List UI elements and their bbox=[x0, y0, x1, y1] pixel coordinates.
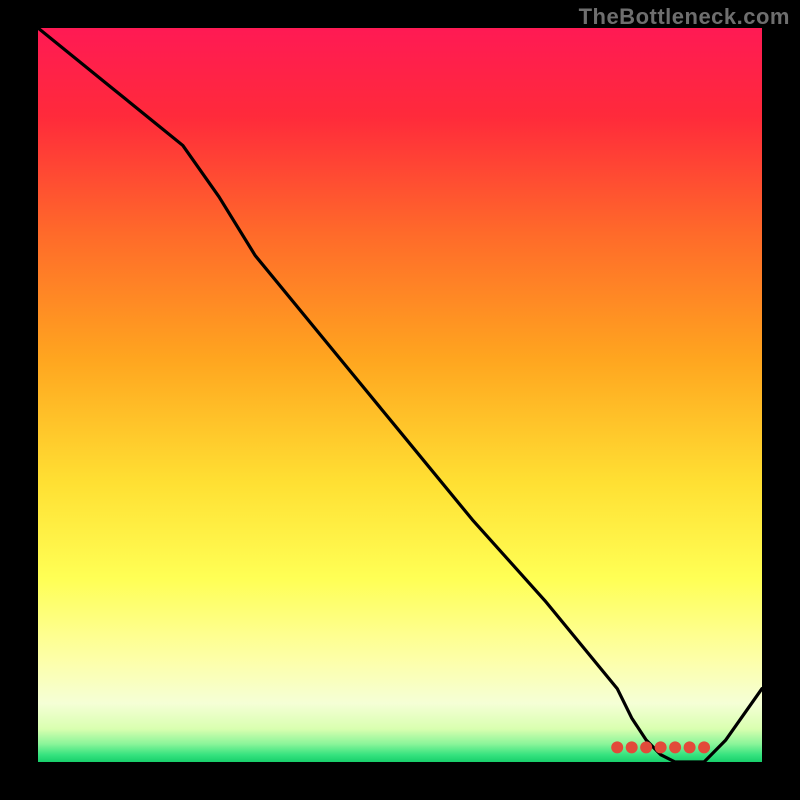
data-marker bbox=[684, 741, 696, 753]
plot-area bbox=[38, 28, 762, 762]
data-marker bbox=[698, 741, 710, 753]
data-marker bbox=[640, 741, 652, 753]
chart-frame: TheBottleneck.com bbox=[0, 0, 800, 800]
data-marker bbox=[626, 741, 638, 753]
data-marker bbox=[611, 741, 623, 753]
data-marker bbox=[655, 741, 667, 753]
data-markers bbox=[611, 741, 710, 753]
data-marker bbox=[669, 741, 681, 753]
chart-overlay bbox=[38, 28, 762, 762]
watermark-text: TheBottleneck.com bbox=[579, 4, 790, 30]
bottleneck-curve bbox=[38, 28, 762, 762]
